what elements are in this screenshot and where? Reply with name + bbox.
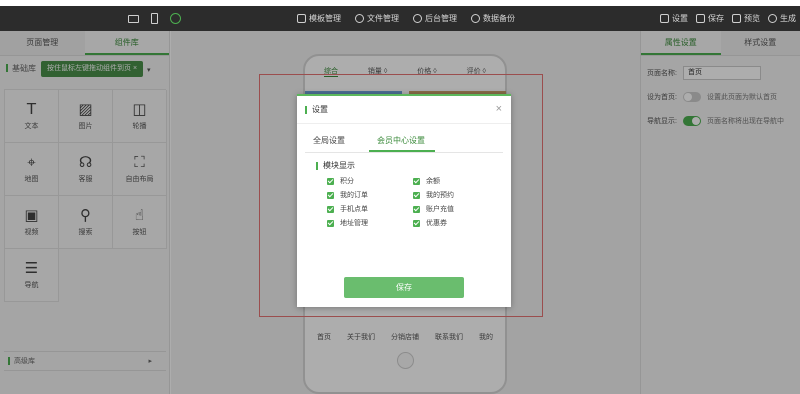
- settings-icon: [660, 14, 669, 23]
- option-label: 地址管理: [340, 220, 368, 227]
- option-label: 余额: [426, 178, 440, 185]
- option-label: 我的预约: [426, 192, 454, 199]
- nav-data-backup[interactable]: 数据备份: [471, 13, 515, 24]
- preview-label: 预览: [744, 14, 760, 23]
- dialog-header: 设置: [297, 96, 511, 124]
- preview-icon: [732, 14, 741, 23]
- save-toolbar-button[interactable]: 保存: [696, 13, 724, 24]
- checkbox-checked-icon[interactable]: [327, 219, 334, 227]
- nav-label: 后台管理: [425, 14, 457, 23]
- tab-member-center-settings[interactable]: 会员中心设置: [369, 133, 435, 152]
- option-address-manage[interactable]: 地址管理: [327, 216, 413, 230]
- close-icon[interactable]: ×: [496, 103, 502, 115]
- checkbox-checked-icon[interactable]: [327, 191, 334, 199]
- checkbox-checked-icon[interactable]: [413, 219, 420, 227]
- nav-backend-manage[interactable]: 后台管理: [413, 13, 457, 24]
- toolbar-actions: 设置 保存 预览 生成: [660, 6, 796, 31]
- nav-template-manage[interactable]: 模板管理: [297, 13, 341, 24]
- option-points[interactable]: 积分: [327, 174, 413, 188]
- checkbox-checked-icon[interactable]: [413, 191, 420, 199]
- checkbox-checked-icon[interactable]: [327, 205, 334, 213]
- module-options: 积分 余额 我的订单 我的预约 手机点单 账户充值 地址管理 优惠券: [327, 174, 493, 230]
- dialog-tabs: 全局设置 会员中心设置: [305, 133, 503, 153]
- desktop-icon[interactable]: [128, 14, 139, 23]
- save-label: 保存: [708, 14, 724, 23]
- checkbox-checked-icon[interactable]: [413, 205, 420, 213]
- nav-label: 文件管理: [367, 14, 399, 23]
- option-my-bookings[interactable]: 我的预约: [413, 188, 493, 202]
- save-icon: [696, 14, 705, 23]
- dialog-title: 设置: [312, 105, 328, 114]
- option-label: 优惠券: [426, 220, 447, 227]
- cloud-icon: [471, 14, 480, 23]
- option-label: 手机点单: [340, 206, 368, 213]
- generate-button[interactable]: 生成: [768, 13, 796, 24]
- settings-dialog: 设置 × 全局设置 会员中心设置 模块显示 积分 余额 我的订单 我的预约 手机…: [297, 94, 511, 307]
- mobile-active-icon[interactable]: [170, 13, 181, 24]
- person-icon: [355, 14, 364, 23]
- option-label: 积分: [340, 178, 354, 185]
- grid-icon: [297, 14, 306, 23]
- checkbox-checked-icon[interactable]: [327, 177, 334, 185]
- option-label: 账户充值: [426, 206, 454, 213]
- nav-file-manage[interactable]: 文件管理: [355, 13, 399, 24]
- tab-global-settings[interactable]: 全局设置: [305, 133, 355, 152]
- section-marker: [316, 161, 318, 170]
- nav-label: 模板管理: [309, 14, 341, 23]
- nav-label: 数据备份: [483, 14, 515, 23]
- section-marker: [305, 105, 307, 114]
- option-label: 我的订单: [340, 192, 368, 199]
- option-my-orders[interactable]: 我的订单: [327, 188, 413, 202]
- settings-label: 设置: [672, 14, 688, 23]
- module-display-label: 模块显示: [323, 161, 355, 170]
- checkbox-checked-icon[interactable]: [413, 177, 420, 185]
- generate-label: 生成: [780, 14, 796, 23]
- preview-button[interactable]: 预览: [732, 13, 760, 24]
- option-mobile-order[interactable]: 手机点单: [327, 202, 413, 216]
- phone-icon[interactable]: [151, 13, 158, 24]
- option-account-recharge[interactable]: 账户充值: [413, 202, 493, 216]
- save-button[interactable]: 保存: [344, 277, 464, 298]
- device-switcher: [128, 6, 181, 31]
- module-display-title: 模块显示: [316, 160, 355, 171]
- top-toolbar: 模板管理 文件管理 后台管理 数据备份 设置 保存 预览 生成: [0, 6, 800, 31]
- main-nav: 模板管理 文件管理 后台管理 数据备份: [297, 6, 515, 31]
- option-balance[interactable]: 余额: [413, 174, 493, 188]
- option-coupons[interactable]: 优惠券: [413, 216, 493, 230]
- gear-icon: [413, 14, 422, 23]
- settings-button[interactable]: 设置: [660, 13, 688, 24]
- generate-icon: [768, 14, 777, 23]
